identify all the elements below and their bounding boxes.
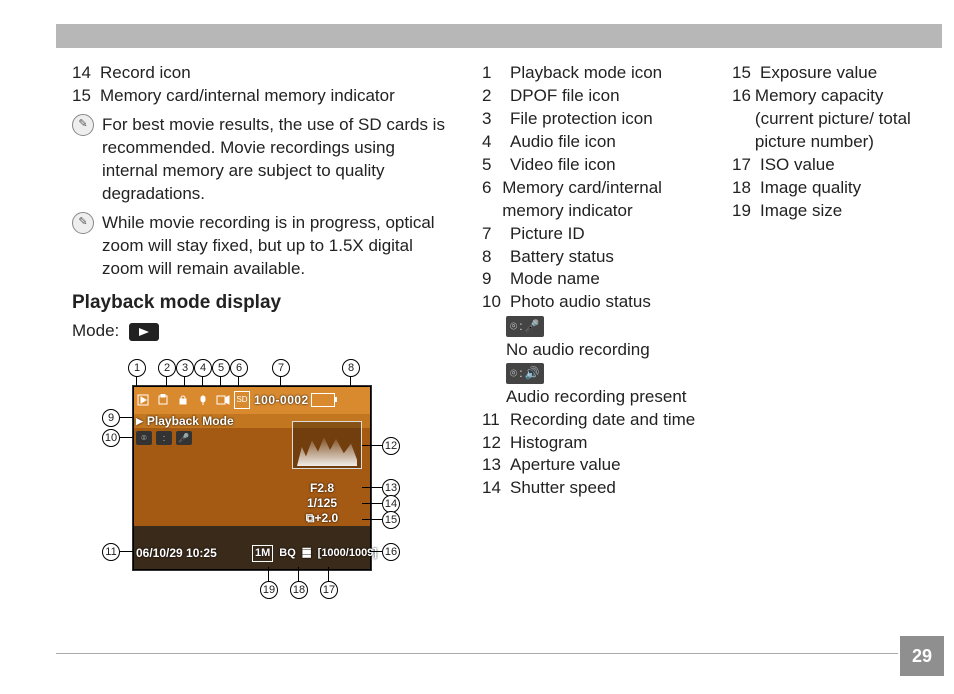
page-number: 29 [900,636,944,676]
section-heading: Playback mode display [72,290,452,316]
mode-name-label: Playback Mode [136,413,234,429]
list-item: 13Aperture value [482,454,702,477]
audio-no-icon: ⌾:🎤 [506,316,544,336]
right-column: 15Exposure value 16Memory capacity (curr… [732,62,932,654]
header-bar [56,24,942,48]
playback-diagram: SD 100-0002 Playback Mode ⌾:🎤 F2.8 1/125… [72,351,422,611]
shutter-value: 1/125 [282,496,362,511]
picture-id: 100-0002 [254,392,309,408]
callout: 12 [382,437,400,455]
note-block: ✎ While movie recording is in progress, … [72,212,452,281]
image-size: 1M [252,545,273,562]
item-number: 15 [72,85,96,108]
note-icon: ✎ [72,212,94,234]
playback-icon [134,392,152,408]
audio-no-label: No audio recording [506,339,702,362]
callout: 19 [260,581,278,599]
list-item: 14 Record icon [72,62,452,85]
list-item: 12Histogram [482,432,702,455]
note-icon: ✎ [72,114,94,136]
note-text: For best movie results, the use of SD ca… [102,114,452,206]
callout: 11 [102,543,120,561]
list-item: 8Battery status [482,246,702,269]
battery-icon [311,393,335,407]
list-item: 19Image size [732,200,932,223]
callout: 6 [230,359,248,377]
audio-yes-label: Audio recording present [506,386,702,409]
callout: 9 [102,409,120,427]
callout: 18 [290,581,308,599]
audio-status-block: ⌾:🎤 No audio recording ⌾:🔊 Audio recordi… [506,314,702,408]
list-item: 1Playback mode icon [482,62,702,85]
datetime-value: 06/10/29 10:25 [136,545,217,561]
protect-icon [174,392,192,408]
bottom-values: 1M BQ ䷀ [1000/1009] [252,545,377,562]
memory-capacity: [1000/1009] [318,546,377,561]
callout: 8 [342,359,360,377]
mode-label: Mode: [72,320,119,343]
image-quality: BQ [279,546,296,561]
item-number: 14 [72,62,96,85]
middle-column: 1Playback mode icon 2DPOF file icon 3Fil… [482,62,702,654]
mode-row: Mode: [72,320,452,343]
callout: 10 [102,429,120,447]
audio-status-icons: ⌾:🎤 [136,431,192,445]
list-item: 16Memory capacity (current picture/ tota… [732,85,932,154]
sd-icon: SD [234,391,250,409]
ev-value: ⧉+2.0 [282,511,362,526]
callout: 4 [194,359,212,377]
list-item: 15Exposure value [732,62,932,85]
dpof-icon [154,392,172,408]
manual-page: 14 Record icon 15 Memory card/internal m… [0,0,954,694]
item-label: Record icon [100,62,191,85]
left-column: 14 Record icon 15 Memory card/internal m… [72,62,452,654]
list-item: 10Photo audio status [482,291,702,314]
list-item: 2DPOF file icon [482,85,702,108]
list-item: 11Recording date and time [482,409,702,432]
callout: 5 [212,359,230,377]
audio-yes-icon: ⌾:🔊 [506,363,544,383]
audio-file-icon [194,392,212,408]
callout: 15 [382,511,400,529]
playback-mode-icon [129,323,159,341]
screen-top-icons: SD 100-0002 [134,387,368,413]
item-label: Memory card/internal memory indicator [100,85,395,108]
histogram [292,421,362,469]
exif-block: F2.8 1/125 ⧉+2.0 [282,481,362,526]
note-text: While movie recording is in progress, op… [102,212,452,281]
iso-icon: ䷀ [302,546,312,561]
callout: 3 [176,359,194,377]
callout: 2 [158,359,176,377]
list-item: 4Audio file icon [482,131,702,154]
list-item: 5Video file icon [482,154,702,177]
callout: 17 [320,581,338,599]
list-item: 15 Memory card/internal memory indicator [72,85,452,108]
footer-rule [56,653,898,654]
list-item: 18Image quality [732,177,932,200]
list-item: 6Memory card/internal memory indicator [482,177,702,223]
list-item: 9Mode name [482,268,702,291]
callout: 1 [128,359,146,377]
page-content: 14 Record icon 15 Memory card/internal m… [72,62,924,654]
aperture-value: F2.8 [282,481,362,496]
note-block: ✎ For best movie results, the use of SD … [72,114,452,206]
callout: 16 [382,543,400,561]
list-item: 14Shutter speed [482,477,702,500]
callout: 7 [272,359,290,377]
video-file-icon [214,392,232,408]
list-item: 7Picture ID [482,223,702,246]
list-item: 17ISO value [732,154,932,177]
list-item: 3File protection icon [482,108,702,131]
